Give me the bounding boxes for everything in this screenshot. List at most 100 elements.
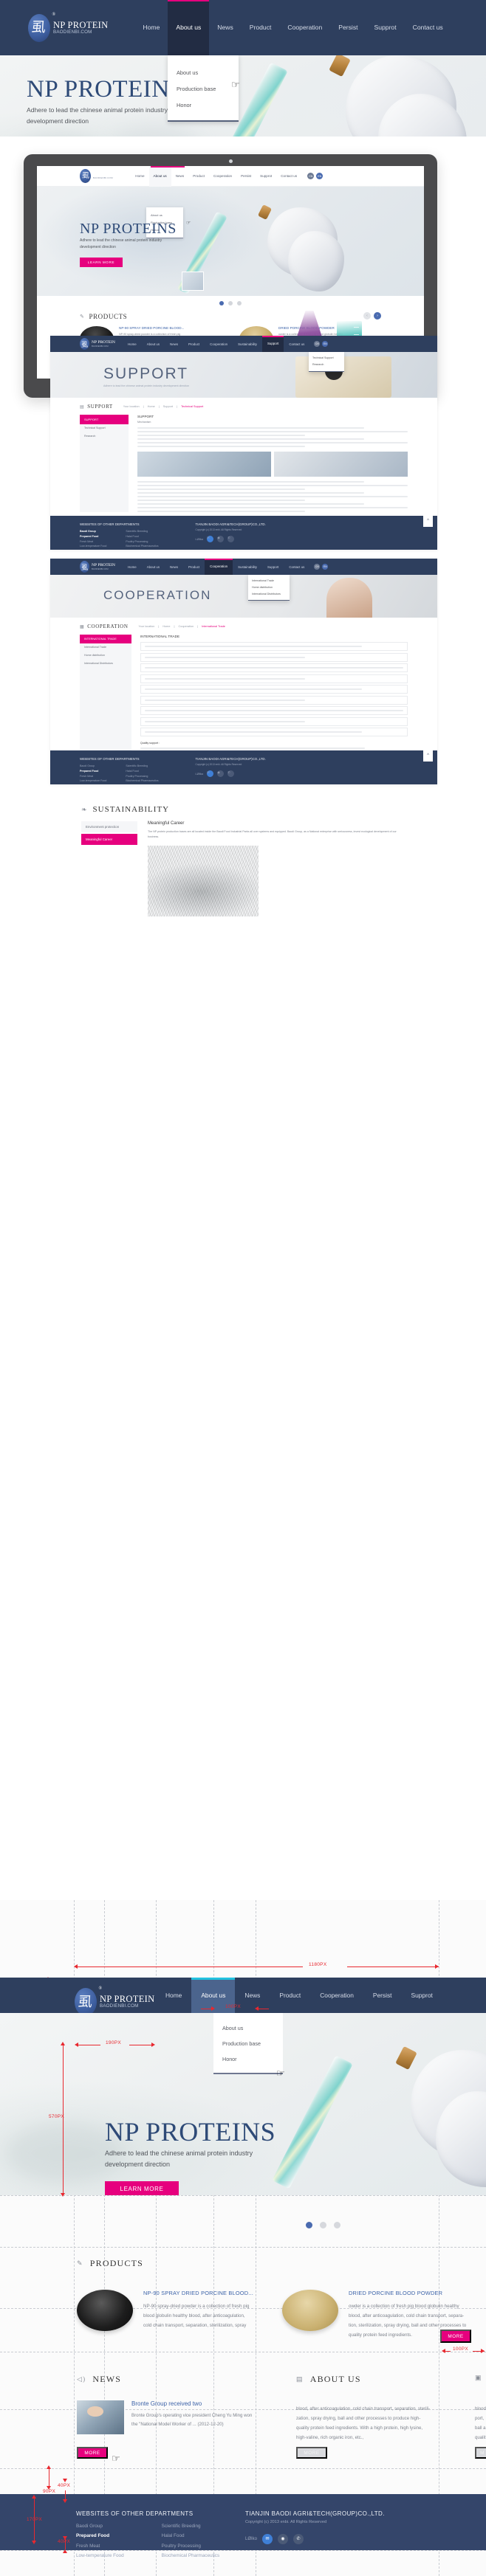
coop-nav-about[interactable]: About us [142, 565, 165, 569]
nav-item-product[interactable]: Product [242, 0, 280, 55]
coop-nav-home[interactable]: Home [123, 565, 142, 569]
mini-nav-contact-us[interactable]: Contact us [276, 174, 301, 178]
wf-dd-production-base[interactable]: Production base [213, 2036, 283, 2051]
support-dd-research[interactable]: Research [309, 362, 344, 368]
third-more-button[interactable]: M [475, 2447, 486, 2459]
coop-nav-contact[interactable]: Contact us [284, 565, 309, 569]
coop-lang-cn[interactable]: CN [314, 564, 321, 570]
mini-nav-supprot[interactable]: Supprot [256, 174, 276, 178]
mini-nav-product[interactable]: Product [188, 174, 209, 178]
footer-link[interactable]: Biochemical Pharmaceutics [126, 778, 158, 784]
coop-dd-international-distributors[interactable]: International Distributors [248, 591, 290, 598]
dropdown-item-production-base[interactable]: Production base [168, 80, 239, 97]
wf-slider-dot-2[interactable] [320, 2222, 326, 2228]
support-sidebar-technical[interactable]: Technical Support [80, 424, 129, 432]
wf-footer-link[interactable]: Poultry Processing [162, 2541, 220, 2551]
wf-dd-honor[interactable]: Honor [213, 2051, 283, 2067]
support-nav-home[interactable]: Home [123, 342, 142, 346]
sust-sidebar-env[interactable]: Environment protection [81, 821, 137, 832]
wf-footer-link[interactable]: Baodi Group [76, 2521, 124, 2531]
mini-lang-cn[interactable]: CN [307, 173, 315, 179]
support-nav-contact[interactable]: Contact us [284, 342, 309, 346]
support-nav-about[interactable]: About us [142, 342, 165, 346]
mail-icon[interactable]: ✉ [207, 536, 214, 542]
footer-link[interactable]: Halal Food [126, 769, 158, 774]
wf-slider-dot-3[interactable] [334, 2222, 340, 2228]
coop-sidebar-trade[interactable]: International Trade [80, 643, 131, 652]
wf-site-logo[interactable]: 虱 ® NP PROTEIN BAODIENBI.COM [75, 1986, 154, 2016]
support-nav-sustainability[interactable]: Sustainability [233, 342, 262, 346]
coop-dd-international-trade[interactable]: International Trade [248, 578, 290, 584]
mini-nav-persist[interactable]: Persist [236, 174, 256, 178]
weibo-icon[interactable]: ◉ [278, 2533, 289, 2544]
news-more-button[interactable]: MORE [77, 2447, 108, 2459]
about-more-button[interactable]: MORE [296, 2447, 327, 2459]
support-dd-technical[interactable]: Technical Support [309, 355, 344, 362]
footer-link[interactable]: Scientific Breeding [126, 529, 158, 534]
coop-nav-sustainability[interactable]: Sustainability [233, 565, 262, 569]
footer-link[interactable]: Biochemical Pharmaceutics [126, 544, 158, 549]
mini-lang-en[interactable]: EN [316, 173, 324, 179]
footer-link[interactable]: Scientific Breeding [126, 764, 158, 769]
support-nav-product[interactable]: Product [183, 342, 205, 346]
wf-nav-cooperation[interactable]: Cooperation [310, 1978, 363, 2013]
wf-slider-dot-1[interactable] [306, 2222, 312, 2228]
footer-link[interactable]: Fresh Meat [80, 539, 106, 545]
support-lang-cn[interactable]: CN [314, 341, 321, 347]
crumb-support[interactable]: Support [163, 405, 173, 408]
mini-slider-dot-2[interactable] [228, 301, 233, 305]
wechat-icon[interactable]: ✆ [227, 770, 235, 777]
footer-link[interactable]: Poultry Processing [126, 539, 158, 545]
weibo-icon[interactable]: ◉ [217, 770, 225, 777]
mini-products-prev[interactable]: ‹ [363, 312, 371, 320]
back-to-top-button[interactable]: ^ [423, 749, 433, 762]
wf-footer-link[interactable]: Biochemical Pharmaceutics [162, 2551, 220, 2561]
wf-footer-link[interactable]: Low-temperature Food [76, 2551, 124, 2561]
footer-link[interactable]: Low-temperature Food [80, 778, 106, 784]
wf-news-item[interactable]: Bronte Group received two Bronte Group's… [77, 2400, 278, 2434]
mini-products-next[interactable]: › [374, 312, 381, 320]
mini-nav-news[interactable]: News [171, 174, 189, 178]
support-nav-cooperation[interactable]: Cooperation [205, 342, 233, 346]
footer-link[interactable]: Baodi Group [80, 529, 106, 534]
nav-item-persist[interactable]: Persist [330, 0, 366, 55]
mini-slider-thumbnail[interactable] [182, 272, 204, 291]
crumb-home[interactable]: Home [162, 625, 170, 628]
mini-learn-more-button[interactable]: LEARN MORE [80, 258, 123, 267]
sust-sidebar-career[interactable]: Meaningful Career [81, 834, 137, 845]
dropdown-item-honor[interactable]: Honor [168, 97, 239, 113]
wf-dd-about-us[interactable]: About us [213, 2020, 283, 2036]
coop-sidebar-intl[interactable]: International Distributors [80, 660, 131, 668]
nav-item-supprot[interactable]: Supprot [366, 0, 405, 55]
mini-slider-dot-1[interactable] [219, 301, 224, 305]
back-to-top-button[interactable]: ^ [423, 514, 433, 527]
nav-item-home[interactable]: Home [134, 0, 168, 55]
mail-icon[interactable]: ✉ [262, 2533, 273, 2544]
coop-lang-en[interactable]: EN [322, 564, 329, 570]
wf-nav-supprot[interactable]: Supprot [401, 1978, 442, 2013]
wf-footer-link[interactable]: Scientific Breeding [162, 2521, 220, 2531]
support-nav-news[interactable]: News [165, 342, 183, 346]
nav-item-news[interactable]: News [209, 0, 242, 55]
dropdown-item-about-us[interactable]: About us [168, 64, 239, 80]
support-lang-en[interactable]: EN [322, 341, 329, 347]
support-sidebar-research[interactable]: Research [80, 432, 129, 441]
wf-footer-link[interactable]: Prepared Food [76, 2531, 124, 2541]
mini-nav-home[interactable]: Home [131, 174, 148, 178]
footer-link[interactable]: Poultry Processing [126, 774, 158, 779]
footer-link[interactable]: Prepared Food [80, 534, 106, 539]
products-more-button[interactable]: MORE [440, 2330, 471, 2343]
footer-link[interactable]: Baodi Group [80, 764, 106, 769]
coop-nav-news[interactable]: News [165, 565, 183, 569]
wf-nav-persist[interactable]: Persist [363, 1978, 402, 2013]
footer-link[interactable]: Fresh Meat [80, 774, 106, 779]
coop-nav-product[interactable]: Product [183, 565, 205, 569]
coop-sidebar-home[interactable]: Home distribution [80, 652, 131, 660]
coop-nav-support[interactable]: Support [262, 565, 284, 569]
nav-item-cooperation[interactable]: Cooperation [279, 0, 330, 55]
wf-footer-link[interactable]: Halal Food [162, 2531, 220, 2541]
nav-item-about-us[interactable]: About us [168, 0, 210, 55]
mini-dd-about-us[interactable]: About us [146, 211, 183, 218]
footer-link[interactable]: Prepared Food [80, 769, 106, 774]
mini-nav-about-us[interactable]: About us [148, 166, 171, 187]
